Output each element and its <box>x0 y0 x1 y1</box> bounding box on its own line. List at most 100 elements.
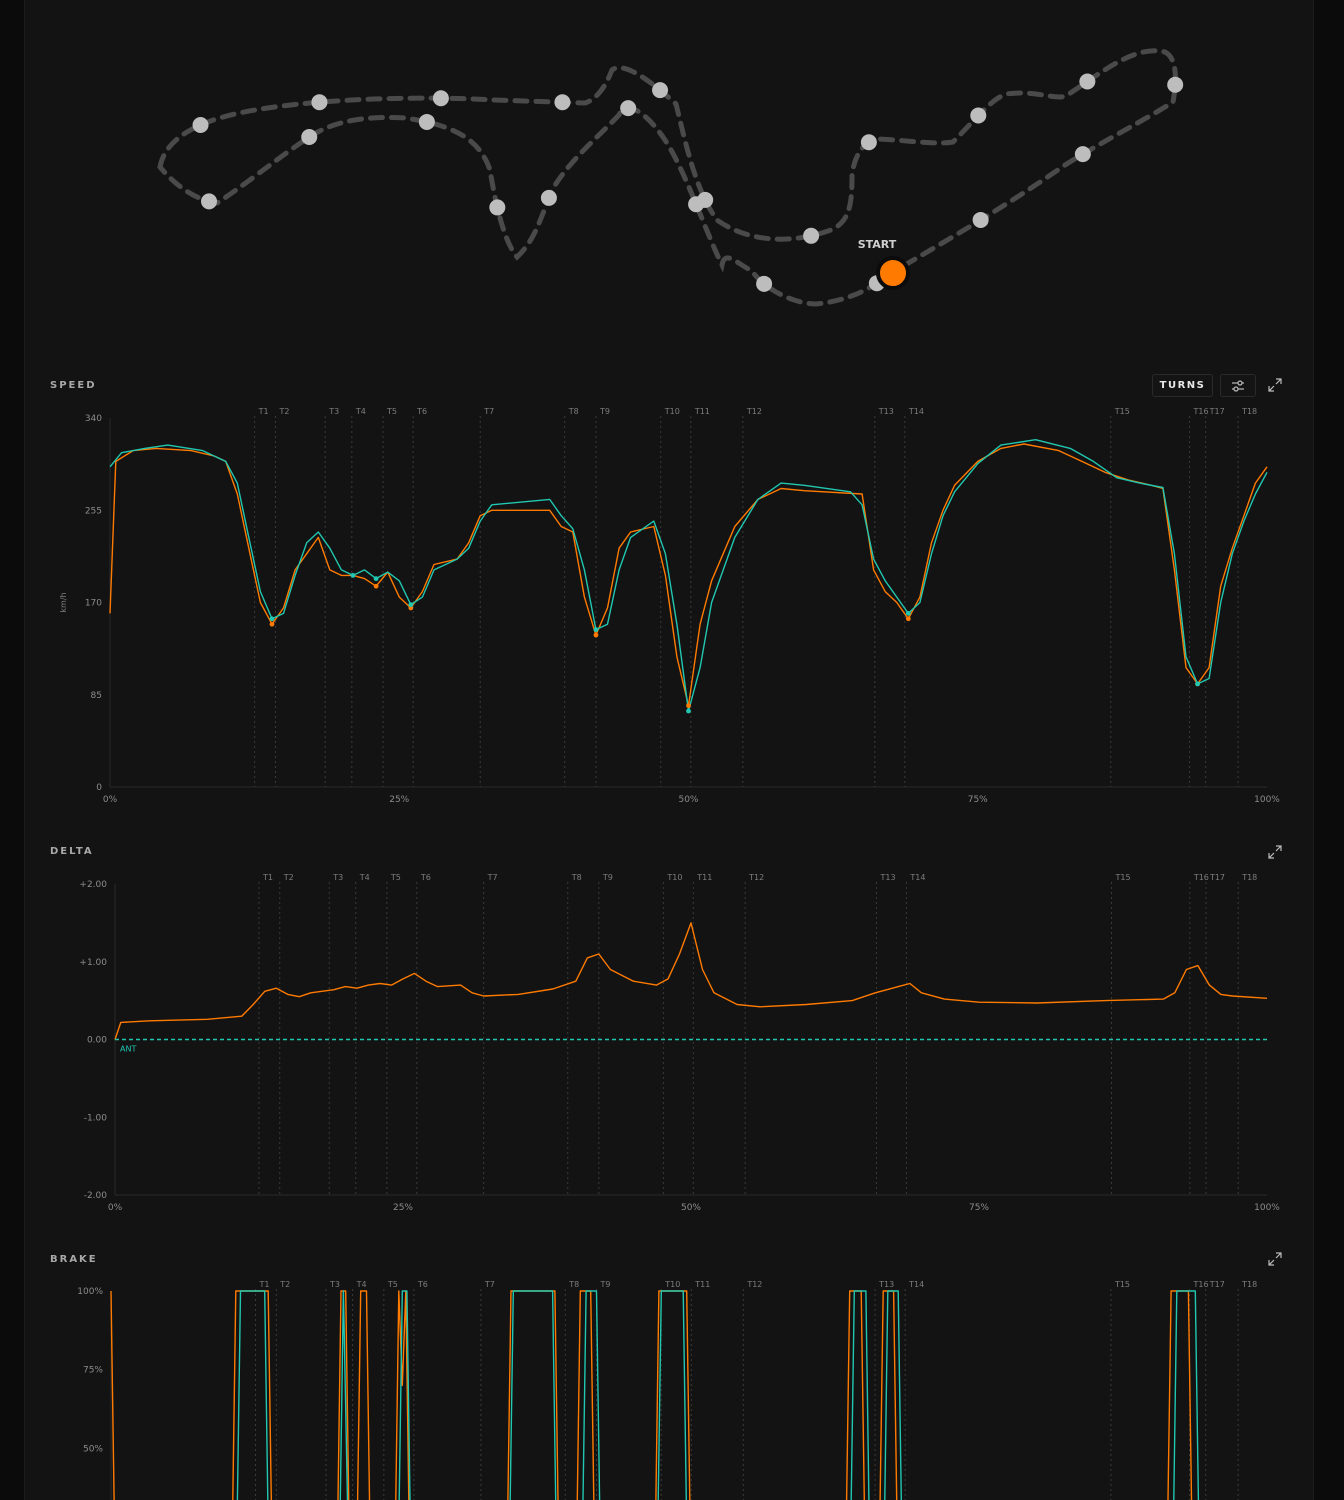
y-tick-label: -2.00 <box>84 1191 108 1201</box>
turn-label: T16 <box>1193 873 1209 882</box>
x-tick-label: 50% <box>678 795 698 805</box>
turn-label: T11 <box>694 407 710 416</box>
delta-expand-button[interactable] <box>1267 844 1283 860</box>
track-turn-marker[interactable] <box>652 82 669 99</box>
min-speed-dot <box>350 572 356 578</box>
series-line-orange <box>109 443 1268 707</box>
x-tick-label: 25% <box>393 1203 413 1213</box>
turn-label: T13 <box>878 407 894 416</box>
series-line-orange <box>110 1290 1193 1500</box>
turn-label: T9 <box>599 407 610 416</box>
turn-label: T5 <box>390 873 401 882</box>
turn-label: T10 <box>666 873 682 882</box>
y-tick-label: 0.00 <box>87 1036 107 1046</box>
y-tick-label: 75% <box>83 1366 103 1376</box>
y-tick-label: 100% <box>77 1287 103 1297</box>
track-turn-marker[interactable] <box>489 199 506 216</box>
settings-button[interactable] <box>1220 374 1256 397</box>
x-tick-label: 100% <box>1254 795 1280 805</box>
y-tick-label: 0 <box>96 783 102 793</box>
turn-label: T17 <box>1209 873 1225 882</box>
speed-expand-button[interactable] <box>1267 377 1283 393</box>
brake-title: BRAKE <box>50 1254 98 1265</box>
turn-label: T16 <box>1192 407 1208 416</box>
expand-icon <box>1268 378 1282 392</box>
turn-label: T7 <box>484 1280 495 1289</box>
turn-label: T18 <box>1241 1280 1257 1289</box>
turn-label: T13 <box>879 873 895 882</box>
track-turn-marker[interactable] <box>1079 73 1096 90</box>
turn-label: T2 <box>283 873 294 882</box>
x-tick-label: 25% <box>389 795 409 805</box>
track-turn-marker[interactable] <box>540 189 557 206</box>
turn-label: T4 <box>355 407 366 416</box>
sliders-icon <box>1232 379 1244 392</box>
track-turn-marker[interactable] <box>418 113 435 130</box>
x-tick-label: 100% <box>1254 1203 1280 1213</box>
y-tick-label: 50% <box>83 1444 103 1454</box>
track-turn-marker[interactable] <box>620 100 637 117</box>
turn-label: T18 <box>1241 407 1257 416</box>
track-turn-marker[interactable] <box>311 94 328 111</box>
y-tick-label: 170 <box>85 599 102 609</box>
turn-label: T17 <box>1209 407 1225 416</box>
min-speed-dot <box>408 602 414 608</box>
x-tick-label: 0% <box>108 1203 123 1213</box>
track-turn-marker[interactable] <box>432 90 449 107</box>
turn-label: T10 <box>664 407 680 416</box>
turn-label: T15 <box>1114 873 1130 882</box>
turn-label: T1 <box>258 407 269 416</box>
delta-title: DELTA <box>50 846 94 857</box>
brake-expand-button[interactable] <box>1267 1251 1283 1267</box>
turn-label: T4 <box>359 873 370 882</box>
track-turn-marker[interactable] <box>1074 146 1091 163</box>
min-speed-dot <box>905 610 911 616</box>
x-tick-label: 75% <box>969 1203 989 1213</box>
speed-title: SPEED <box>50 380 97 391</box>
turn-label: T5 <box>387 1280 398 1289</box>
min-speed-dot <box>686 708 691 714</box>
turn-label: T14 <box>909 873 925 882</box>
turn-label: T7 <box>487 873 498 882</box>
turn-label: T9 <box>600 1280 611 1289</box>
reference-driver-label: ANT <box>120 1045 136 1054</box>
y-tick-label: 85 <box>91 691 102 701</box>
track-turn-marker[interactable] <box>192 117 209 134</box>
turn-label: T13 <box>878 1280 894 1289</box>
y-axis-label: km/h <box>59 592 68 612</box>
turn-label: T11 <box>696 873 712 882</box>
turn-label: T3 <box>328 407 339 416</box>
track-turn-marker[interactable] <box>1167 76 1184 93</box>
track-turn-marker[interactable] <box>756 275 773 292</box>
turn-label: T16 <box>1193 1280 1209 1289</box>
y-tick-label: 340 <box>85 414 102 424</box>
turn-label: T18 <box>1241 873 1257 882</box>
expand-icon <box>1268 1252 1282 1266</box>
car-position-marker[interactable] <box>876 256 910 290</box>
delta-chart: T1 T2 T3 T4 T5 T6 T7 T8 T9 T10 T11 T12 T13 T14 T15 T16 T… <box>79 873 1280 1213</box>
track-turn-marker[interactable] <box>554 94 571 111</box>
track-turn-marker[interactable] <box>970 107 987 124</box>
turn-label: T7 <box>483 407 494 416</box>
series-line-teal <box>109 439 1268 712</box>
track-turn-marker[interactable] <box>972 211 989 228</box>
turn-label: T3 <box>332 873 343 882</box>
turn-label: T10 <box>664 1280 680 1289</box>
brake-chart: T1 T2 T3 T4 T5 T6 T7 T8 T9 T10 T11 T12 T13 T14 T15 T16 T… <box>77 1280 1257 1500</box>
turn-label: T1 <box>262 873 273 882</box>
min-speed-dot <box>269 616 275 622</box>
turn-label: T6 <box>420 873 431 882</box>
track-turn-marker[interactable] <box>201 193 218 210</box>
turn-label: T2 <box>278 407 289 416</box>
track-turn-marker[interactable] <box>803 227 820 244</box>
track-turn-marker[interactable] <box>301 129 318 146</box>
track-map: START <box>157 48 1184 307</box>
turn-label: T3 <box>329 1280 340 1289</box>
turns-toggle-button[interactable]: TURNS <box>1152 374 1213 397</box>
track-turn-marker[interactable] <box>860 134 877 151</box>
min-speed-dot <box>593 632 599 638</box>
turn-label: T17 <box>1209 1280 1225 1289</box>
x-tick-label: 0% <box>103 795 118 805</box>
turn-label: T9 <box>602 873 613 882</box>
track-turn-marker[interactable] <box>688 196 705 213</box>
